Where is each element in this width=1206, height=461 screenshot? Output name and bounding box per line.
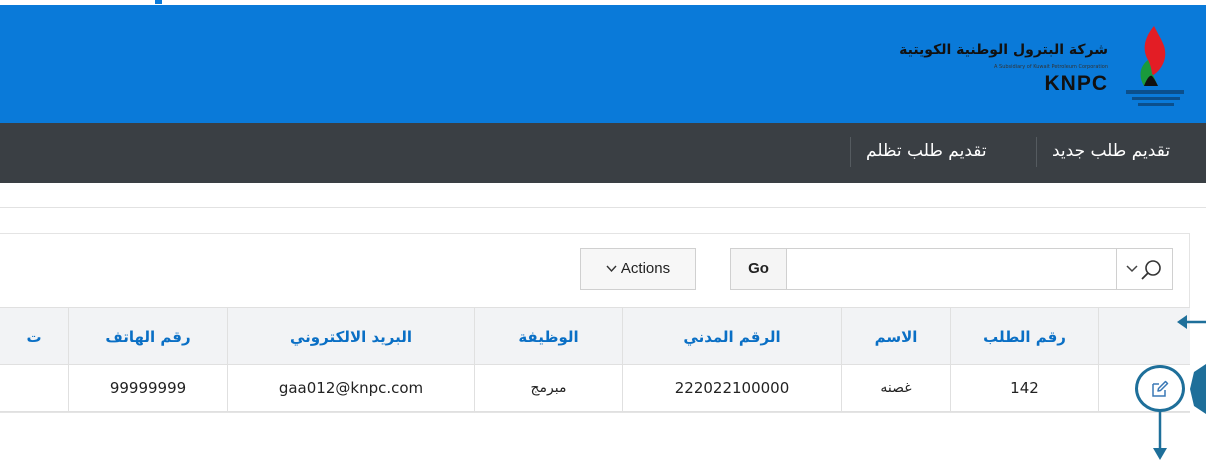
edit-row-button[interactable] [1135, 365, 1185, 412]
section-divider [0, 207, 1206, 208]
search-bar: Go [730, 248, 1173, 290]
knpc-logo[interactable]: شركة البترول الوطنية الكويتية A Subsidia… [890, 20, 1190, 110]
nav-item-new-request[interactable]: تقديم طلب جديد [1052, 141, 1170, 161]
column-header-cut[interactable]: ت [0, 308, 68, 366]
chevron-down-icon [1126, 265, 1138, 273]
table-row: 99999999 gaa012@knpc.com مبرمج 222022100… [0, 365, 1190, 412]
cell-name: غصنه [880, 380, 912, 396]
column-header-name[interactable]: الاسم [842, 308, 950, 366]
logo-subtitle: A Subsidiary of Kuwait Petroleum Corpora… [994, 64, 1108, 70]
cell-phone: 99999999 [109, 379, 187, 397]
column-header-job[interactable]: الوظيفة [475, 308, 622, 366]
table-header: ت رقم الهاتف البريد الالكتروني الوظيفة ا… [0, 307, 1190, 365]
page: شركة البترول الوطنية الكويتية A Subsidia… [0, 0, 1206, 461]
nav-divider [850, 137, 851, 167]
actions-label: Actions [620, 260, 671, 277]
chevron-down-icon [606, 265, 617, 273]
annotation-hexagon [1190, 364, 1206, 414]
actions-menu-button[interactable]: Actions [580, 248, 696, 290]
go-button[interactable]: Go [731, 249, 787, 289]
main-navbar: تقديم طلب جديد تقديم طلب تظلم [0, 123, 1206, 183]
top-mark [155, 0, 162, 4]
nav-item-grievance-request[interactable]: تقديم طلب تظلم [866, 141, 987, 161]
column-header-phone[interactable]: رقم الهاتف [69, 308, 227, 366]
search-icon [1141, 260, 1161, 280]
column-header-email[interactable]: البريد الالكتروني [228, 308, 474, 366]
search-column-selector[interactable] [1116, 249, 1172, 289]
cell-civil-id: 222022100000 [674, 379, 790, 397]
cell-email: gaa012@knpc.com [278, 379, 424, 397]
cell-request-no: 142 [1010, 379, 1039, 397]
nav-divider [1036, 137, 1037, 167]
column-header-request-no[interactable]: رقم الطلب [951, 308, 1098, 366]
column-header-civil-id[interactable]: الرقم المدني [623, 308, 841, 366]
cell-job: مبرمج [530, 380, 567, 396]
flame-logo-icon [1126, 26, 1184, 106]
annotation-arrow-down-icon [1153, 410, 1167, 460]
logo-arabic-text: شركة البترول الوطنية الكويتية [899, 42, 1108, 58]
search-input[interactable] [788, 249, 1118, 289]
logo-english-text: KNPC [1044, 72, 1108, 95]
annotation-arrow-icon [1177, 315, 1206, 329]
edit-icon [1152, 380, 1169, 397]
